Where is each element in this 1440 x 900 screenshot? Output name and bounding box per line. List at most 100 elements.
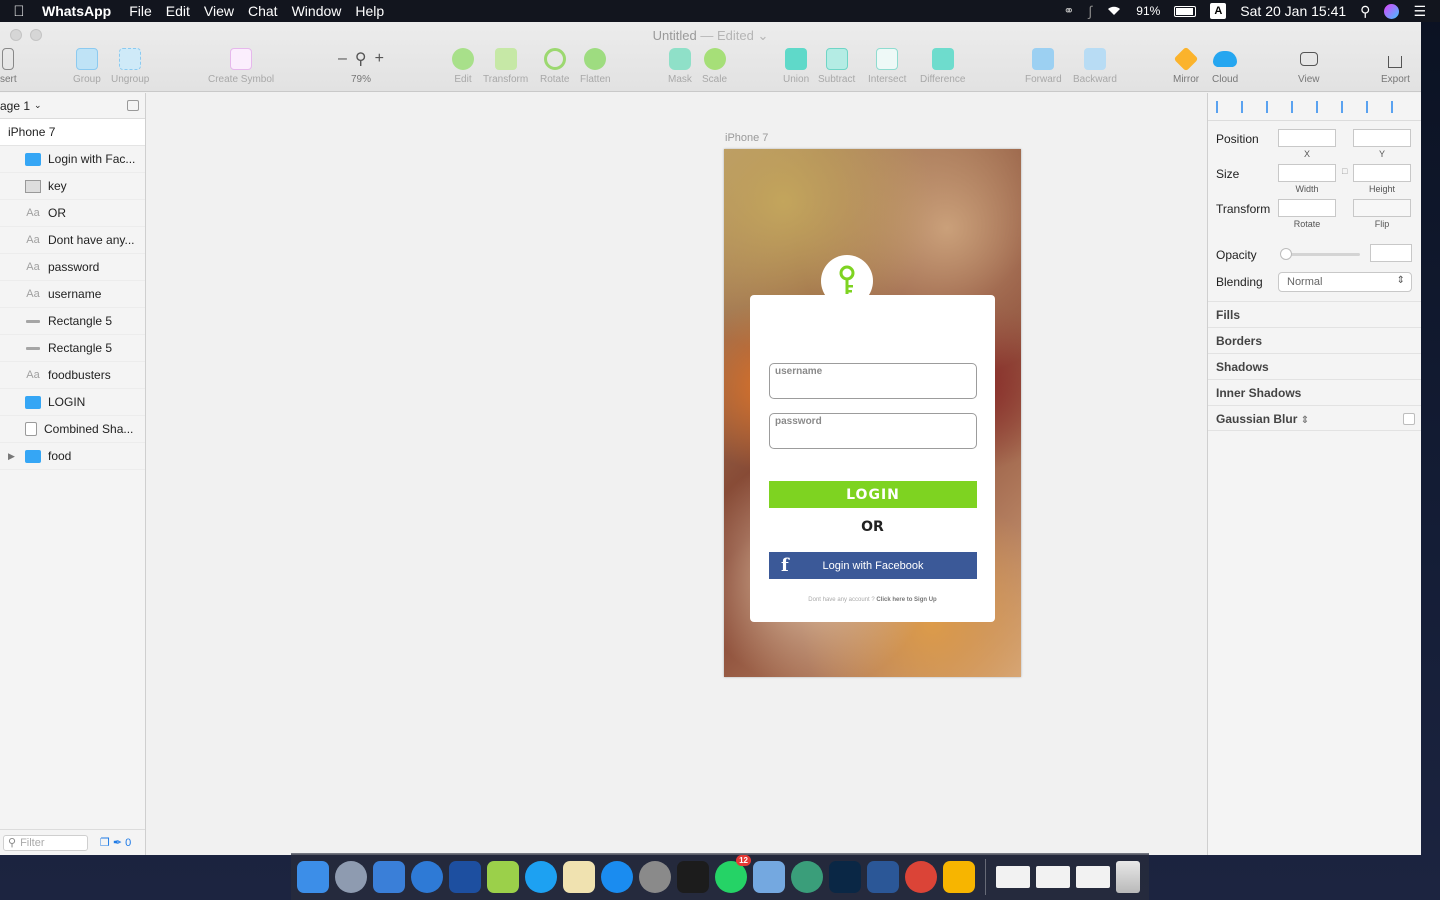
blending-select[interactable]: Normal ⇕ [1278, 272, 1412, 292]
canvas[interactable]: iPhone 7 username password LOGIN OR f Lo… [146, 93, 1207, 855]
cloud-button[interactable]: Cloud [1212, 48, 1238, 85]
lock-icon[interactable]: □ [1342, 166, 1347, 176]
zoom-out-button[interactable]: – [338, 50, 347, 68]
flatten-button[interactable]: Flatten [580, 48, 611, 85]
export-button[interactable]: Export [1381, 48, 1410, 85]
spotlight-search-icon[interactable]: ⚲ [1360, 3, 1370, 20]
launchpad-icon[interactable] [335, 861, 367, 893]
align-middle-icon[interactable] [1366, 100, 1380, 113]
height-input[interactable] [1353, 164, 1411, 182]
minimized-window-icon[interactable] [1076, 866, 1110, 888]
artboard-iphone7[interactable]: username password LOGIN OR f Login with … [724, 149, 1021, 677]
terminal-icon[interactable] [677, 861, 709, 893]
minimized-window-icon[interactable] [996, 866, 1030, 888]
mirror-button[interactable]: Mirror [1173, 46, 1199, 85]
create-symbol-button[interactable]: Create Symbol [208, 48, 274, 85]
password-field[interactable]: password [769, 413, 977, 449]
rotate-input[interactable] [1278, 199, 1336, 217]
artboard-title[interactable]: iPhone 7 [725, 132, 768, 144]
username-field[interactable]: username [769, 363, 977, 399]
difference-button[interactable]: Difference [920, 48, 965, 85]
layer-row[interactable]: ▶ food [0, 443, 145, 470]
sketch-icon[interactable] [943, 861, 975, 893]
shadows-section[interactable]: Shadows [1208, 353, 1421, 379]
disclosure-triangle-icon[interactable]: ▶ [8, 451, 15, 462]
align-left-icon[interactable] [1266, 100, 1280, 113]
gaussian-blur-section[interactable]: Gaussian Blur ⇕ [1208, 405, 1421, 431]
view-button[interactable]: View [1298, 48, 1320, 85]
align-center-icon[interactable] [1291, 100, 1305, 113]
login-button[interactable]: LOGIN [769, 481, 977, 508]
layer-row[interactable]: LOGIN [0, 389, 145, 416]
align-top-icon[interactable] [1341, 100, 1355, 113]
opacity-slider-knob[interactable] [1280, 248, 1292, 260]
input-source-icon[interactable]: A [1210, 3, 1227, 19]
gaussian-blur-checkbox[interactable] [1403, 413, 1415, 425]
distribute-vertical-icon[interactable] [1241, 100, 1255, 113]
safari-icon[interactable] [411, 861, 443, 893]
photoshop-icon[interactable] [829, 861, 861, 893]
xcode-icon[interactable] [373, 861, 405, 893]
preview-icon[interactable] [563, 861, 595, 893]
atom-icon[interactable] [791, 861, 823, 893]
page-selector[interactable]: age 1 ⌄ [0, 93, 145, 119]
whatsapp-icon[interactable]: 12 [715, 855, 751, 893]
layer-row[interactable]: key [0, 173, 145, 200]
layer-row[interactable]: Login with Fac... [0, 146, 145, 173]
inner-shadows-section[interactable]: Inner Shadows [1208, 379, 1421, 405]
sourcetree-icon[interactable] [449, 861, 481, 893]
collapse-pages-icon[interactable] [127, 100, 139, 111]
menu-view[interactable]: View [204, 3, 244, 19]
notification-center-icon[interactable]: ☰ [1413, 3, 1426, 20]
ungroup-button[interactable]: Ungroup [111, 48, 149, 85]
apple-icon[interactable]:  [0, 3, 38, 20]
menu-help[interactable]: Help [355, 3, 394, 19]
layer-row[interactable]: Aa password [0, 254, 145, 281]
menu-file[interactable]: File [129, 3, 162, 19]
fills-section[interactable]: Fills [1208, 301, 1421, 327]
signup-link[interactable]: Click here to Sign Up [876, 597, 936, 603]
opacity-slider-track[interactable] [1286, 253, 1360, 256]
backward-button[interactable]: Backward [1073, 48, 1117, 85]
creative-cloud-icon[interactable]: ⚭ [1064, 3, 1075, 19]
minimized-window-icon[interactable] [1036, 866, 1070, 888]
layer-row[interactable]: Combined Sha... [0, 416, 145, 443]
flip-buttons[interactable] [1353, 199, 1411, 217]
menu-window[interactable]: Window [292, 3, 352, 19]
menu-app-name[interactable]: WhatsApp [42, 3, 121, 19]
finder-icon[interactable] [297, 861, 329, 893]
subtract-button[interactable]: Subtract [818, 48, 855, 85]
chrome-icon[interactable] [905, 861, 937, 893]
login-card[interactable]: username password LOGIN OR f Login with … [750, 295, 995, 622]
updown-chevron-icon[interactable]: ⇕ [1301, 415, 1309, 426]
position-x-input[interactable] [1278, 129, 1336, 147]
layer-row[interactable]: Rectangle 5 [0, 308, 145, 335]
width-input[interactable] [1278, 164, 1336, 182]
android-studio-icon[interactable] [487, 861, 519, 893]
word-icon[interactable] [867, 861, 899, 893]
position-y-input[interactable] [1353, 129, 1411, 147]
menu-edit[interactable]: Edit [166, 3, 200, 19]
login-with-facebook-button[interactable]: f Login with Facebook [769, 552, 977, 579]
trash-icon[interactable] [1116, 861, 1140, 893]
intersect-button[interactable]: Intersect [868, 48, 906, 85]
group-button[interactable]: Group [73, 48, 101, 85]
layer-row[interactable]: Aa OR [0, 200, 145, 227]
app-store-icon[interactable] [601, 861, 633, 893]
edit-button[interactable]: Edit [452, 48, 474, 85]
opacity-input[interactable] [1370, 244, 1412, 262]
layer-row[interactable]: Aa Dont have any... [0, 227, 145, 254]
zoom-in-button[interactable]: + [375, 50, 384, 68]
menu-chat[interactable]: Chat [248, 3, 288, 19]
system-preferences-icon[interactable] [639, 861, 671, 893]
scale-button[interactable]: Scale [702, 48, 727, 85]
symbol-filter-icon[interactable]: ❐ ✒ [100, 836, 122, 849]
clock[interactable]: Sat 20 Jan 15:41 [1240, 3, 1346, 19]
rotate-button[interactable]: Rotate [540, 48, 569, 85]
maps-icon[interactable] [753, 861, 785, 893]
layer-artboard-iphone7[interactable]: iPhone 7 [0, 119, 145, 146]
layer-row[interactable]: Aa foodbusters [0, 362, 145, 389]
borders-section[interactable]: Borders [1208, 327, 1421, 353]
mask-button[interactable]: Mask [668, 48, 692, 85]
insert-button[interactable]: sert [0, 48, 17, 85]
